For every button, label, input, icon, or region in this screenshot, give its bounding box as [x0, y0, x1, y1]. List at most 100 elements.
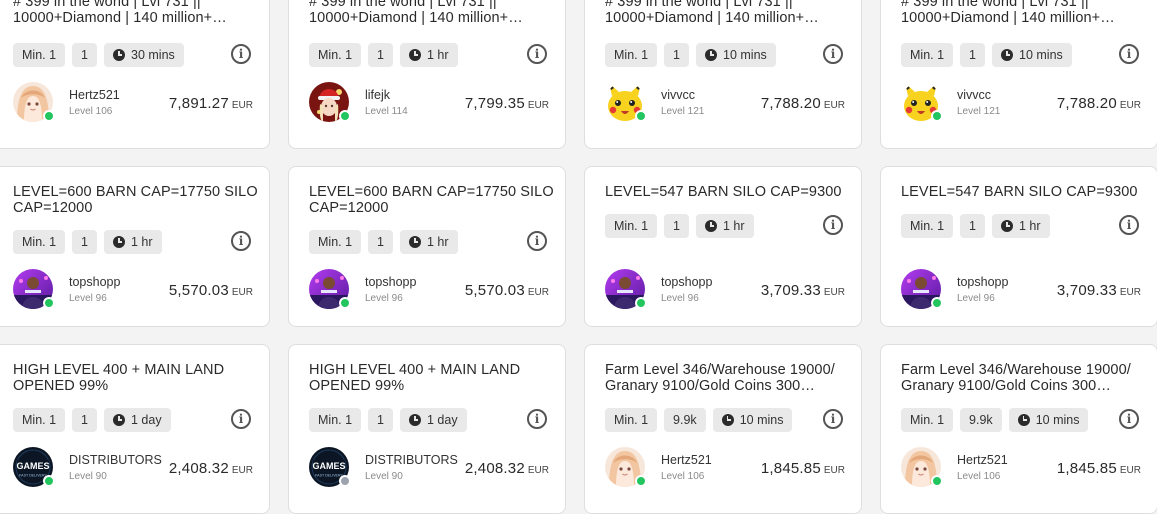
offer-title[interactable]: LEVEL=547 BARN SILO CAP=9300: [605, 184, 853, 200]
stock-badge: 1: [368, 230, 393, 254]
info-icon[interactable]: i: [1119, 409, 1139, 429]
stock-badge: 1: [72, 230, 97, 254]
info-icon[interactable]: i: [231, 409, 251, 429]
seller-level: Level 121: [661, 106, 705, 117]
offer-tags: Min. 1 1 1 hr: [901, 214, 1050, 238]
stock-badge: 9.9k: [960, 408, 1002, 432]
offer-card[interactable]: LEVEL=547 BARN SILO CAP=9300 Min. 1 1 1 …: [880, 166, 1157, 327]
info-icon[interactable]: i: [527, 44, 547, 64]
seller-name[interactable]: vivvcc: [957, 88, 991, 102]
offer-tags: Min. 1 1 1 hr: [13, 230, 162, 254]
offer-title[interactable]: # 399 in the world | Lvl 731 || 10000+Di…: [13, 0, 261, 26]
online-status-dot: [635, 110, 647, 122]
price-amount: 7,788.20: [1056, 95, 1117, 112]
seller-name[interactable]: Hertz521: [661, 453, 712, 467]
seller-name[interactable]: DISTRIBUTORS: [365, 453, 458, 467]
seller-level: Level 96: [69, 293, 107, 304]
offer-tags: Min. 1 1 10 mins: [605, 43, 776, 67]
info-icon[interactable]: i: [823, 44, 843, 64]
stock-badge: 9.9k: [664, 408, 706, 432]
offer-title[interactable]: Farm Level 346/Warehouse 19000/ Granary …: [605, 362, 853, 394]
delivery-time-label: 10 mins: [1035, 413, 1080, 427]
min-quantity-badge: Min. 1: [13, 230, 66, 254]
info-icon[interactable]: i: [527, 231, 547, 251]
offer-price: 3,709.33 EUR: [1057, 282, 1141, 299]
offer-title[interactable]: LEVEL=547 BARN SILO CAP=9300: [901, 184, 1149, 200]
online-status-dot: [931, 297, 943, 309]
price-amount: 5,570.03: [464, 282, 525, 299]
offer-card[interactable]: LEVEL=547 BARN SILO CAP=9300 Min. 1 1 1 …: [584, 166, 862, 327]
price-amount: 2,408.32: [168, 460, 229, 477]
online-status-dot: [339, 297, 351, 309]
offer-price: 5,570.03 EUR: [169, 282, 253, 299]
offer-card[interactable]: Farm Level 346/Warehouse 19000/ Granary …: [880, 344, 1157, 514]
offer-title[interactable]: # 399 in the world | Lvl 731 || 10000+Di…: [309, 0, 557, 26]
seller-name[interactable]: topshopp: [957, 275, 1008, 289]
offer-title[interactable]: HIGH LEVEL 400 + MAIN LAND OPENED 99%: [13, 362, 261, 394]
offer-title[interactable]: HIGH LEVEL 400 + MAIN LAND OPENED 99%: [309, 362, 557, 394]
info-icon[interactable]: i: [823, 409, 843, 429]
offer-price: 1,845.85 EUR: [1057, 460, 1141, 477]
online-status-dot: [339, 110, 351, 122]
seller-name[interactable]: topshopp: [661, 275, 712, 289]
price-currency: EUR: [823, 100, 845, 111]
stock-badge: 1: [664, 214, 689, 238]
seller-name[interactable]: Hertz521: [957, 453, 1008, 467]
offer-card[interactable]: LEVEL=600 BARN CAP=17750 SILO CAP=12000 …: [288, 166, 566, 327]
stock-badge: 1: [72, 43, 97, 67]
delivery-time-label: 30 mins: [131, 48, 175, 62]
min-quantity-badge: Min. 1: [605, 214, 658, 238]
offer-price: 2,408.32 EUR: [169, 460, 253, 477]
seller-name[interactable]: lifejk: [365, 88, 390, 102]
stock-badge: 1: [368, 408, 393, 432]
price-currency: EUR: [231, 287, 253, 298]
seller-name[interactable]: Hertz521: [69, 88, 120, 102]
seller-level: Level 106: [661, 471, 705, 482]
offer-title[interactable]: # 399 in the world | Lvl 731 || 10000+Di…: [901, 0, 1149, 26]
min-quantity-badge: Min. 1: [309, 230, 362, 254]
offer-title[interactable]: # 399 in the world | Lvl 731 || 10000+Di…: [605, 0, 853, 26]
price-currency: EUR: [527, 100, 549, 111]
info-icon[interactable]: i: [823, 215, 843, 235]
clock-icon: [113, 236, 125, 248]
info-icon[interactable]: i: [231, 44, 251, 64]
info-icon[interactable]: i: [527, 409, 547, 429]
price-amount: 1,845.85: [760, 460, 821, 477]
min-quantity-badge: Min. 1: [605, 43, 658, 67]
min-quantity-badge: Min. 1: [13, 43, 66, 67]
info-icon[interactable]: i: [1119, 215, 1139, 235]
offer-card[interactable]: HIGH LEVEL 400 + MAIN LAND OPENED 99% Mi…: [288, 344, 566, 514]
seller-name[interactable]: topshopp: [365, 275, 416, 289]
clock-icon: [113, 414, 125, 426]
delivery-time-badge: 1 day: [104, 408, 171, 432]
offer-card[interactable]: # 399 in the world | Lvl 731 || 10000+Di…: [880, 0, 1157, 149]
offer-card[interactable]: # 399 in the world | Lvl 731 || 10000+Di…: [288, 0, 566, 149]
seller-level: Level 96: [957, 293, 995, 304]
delivery-time-label: 1 hr: [1019, 219, 1041, 233]
offer-card[interactable]: # 399 in the world | Lvl 731 || 10000+Di…: [584, 0, 862, 149]
seller-name[interactable]: vivvcc: [661, 88, 695, 102]
offer-card[interactable]: # 399 in the world | Lvl 731 || 10000+Di…: [0, 0, 270, 149]
min-quantity-badge: Min. 1: [309, 43, 362, 67]
seller-name[interactable]: DISTRIBUTORS: [69, 453, 162, 467]
stock-badge: 1: [960, 43, 985, 67]
seller-name[interactable]: topshopp: [69, 275, 120, 289]
clock-icon: [409, 49, 421, 61]
offline-status-dot: [339, 475, 351, 487]
price-currency: EUR: [1119, 287, 1141, 298]
offer-card[interactable]: Farm Level 346/Warehouse 19000/ Granary …: [584, 344, 862, 514]
offer-title[interactable]: LEVEL=600 BARN CAP=17750 SILO CAP=12000: [13, 184, 261, 216]
price-amount: 7,891.27: [168, 95, 229, 112]
offer-title[interactable]: Farm Level 346/Warehouse 19000/ Granary …: [901, 362, 1149, 394]
clock-icon: [409, 236, 421, 248]
offer-card[interactable]: LEVEL=600 BARN CAP=17750 SILO CAP=12000 …: [0, 166, 270, 327]
seller-level: Level 106: [957, 471, 1001, 482]
seller-level: Level 121: [957, 106, 1001, 117]
info-icon[interactable]: i: [231, 231, 251, 251]
clock-icon: [1001, 220, 1013, 232]
info-icon[interactable]: i: [1119, 44, 1139, 64]
offer-tags: Min. 1 1 10 mins: [901, 43, 1072, 67]
offer-card[interactable]: HIGH LEVEL 400 + MAIN LAND OPENED 99% Mi…: [0, 344, 270, 514]
offer-title[interactable]: LEVEL=600 BARN CAP=17750 SILO CAP=12000: [309, 184, 557, 216]
min-quantity-badge: Min. 1: [605, 408, 658, 432]
